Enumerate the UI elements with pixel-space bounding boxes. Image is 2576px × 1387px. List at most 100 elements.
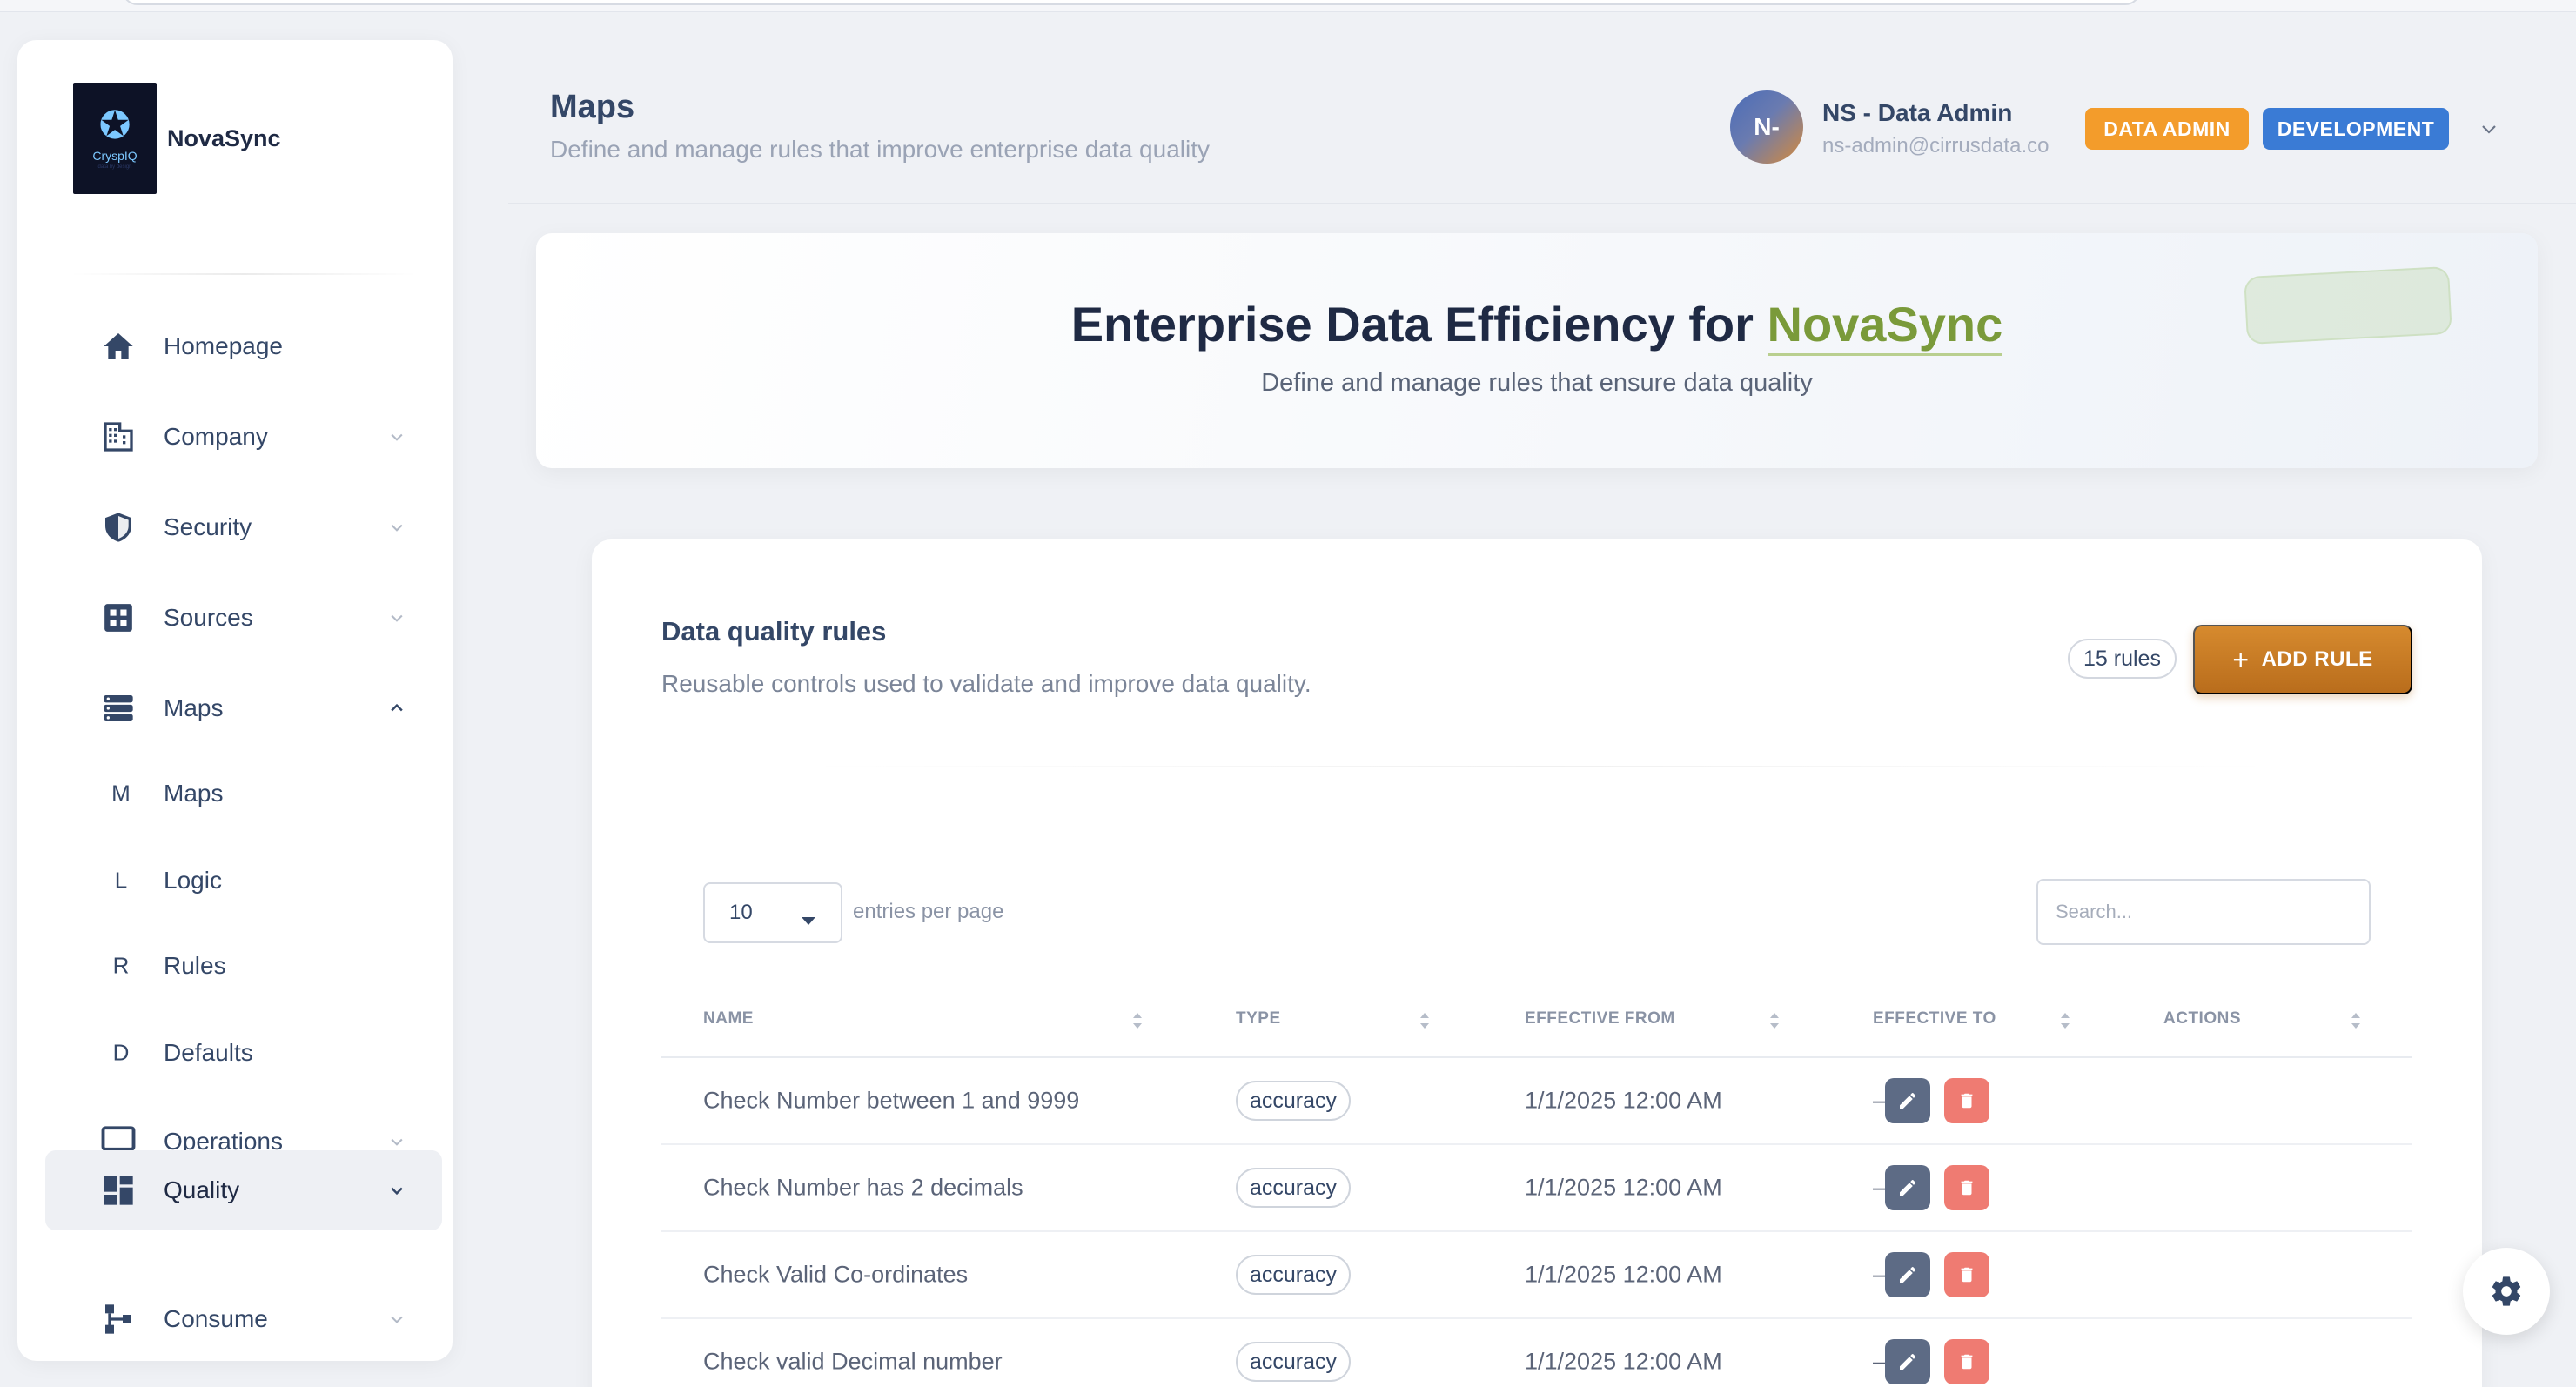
chevron-down-icon xyxy=(386,1309,407,1330)
rule-name: Check Valid Co-ordinates xyxy=(703,1261,969,1288)
sidebar-subitem-defaults[interactable]: D Defaults xyxy=(45,1013,442,1093)
sidebar-item-security[interactable]: Security xyxy=(45,487,442,567)
sidebar-item-letter: L xyxy=(114,867,128,894)
sidebar-item-label: Homepage xyxy=(164,332,283,359)
sort-icon[interactable] xyxy=(2350,1011,2362,1030)
chevron-down-icon xyxy=(386,1180,407,1201)
sidebar-item-consume[interactable]: Consume xyxy=(45,1279,442,1359)
hero-title-prefix: Enterprise Data Efficiency for xyxy=(1070,297,1768,352)
card-description: Reusable controls used to validate and i… xyxy=(661,670,1311,697)
sidebar-item-company[interactable]: Company xyxy=(45,397,442,477)
trash-icon xyxy=(1961,1180,1973,1196)
plus-icon: + xyxy=(2232,644,2250,675)
pencil-icon xyxy=(1900,1267,1915,1283)
chevron-down-icon[interactable] xyxy=(2477,117,2501,141)
settings-button[interactable] xyxy=(2463,1248,2550,1335)
effective-from: 1/1/2025 12:00 AM xyxy=(1525,1348,1722,1375)
delete-button[interactable] xyxy=(1944,1165,1989,1210)
sidebar-item-label: Maps xyxy=(164,694,224,721)
hero-subtitle: Define and manage rules that ensure data… xyxy=(1261,369,1813,397)
sidebar-item-maps[interactable]: Maps xyxy=(45,668,442,748)
edit-button[interactable] xyxy=(1885,1339,1930,1384)
sidebar-item-label: Consume xyxy=(164,1305,268,1332)
column-header-effective-to[interactable]: EFFECTIVE TO xyxy=(1873,1009,1996,1029)
entries-per-page-select[interactable]: 10 xyxy=(703,882,842,943)
rule-type-badge: accuracy xyxy=(1236,1168,1352,1208)
sort-icon[interactable] xyxy=(1419,1011,1431,1030)
table-row[interactable]: Check Number between 1 and 9999 accuracy… xyxy=(661,1058,2412,1145)
sidebar-subitem-rules[interactable]: R Rules xyxy=(45,926,442,1006)
sidebar-item-letter: M xyxy=(111,780,131,807)
brand-name: NovaSync xyxy=(167,124,281,151)
sidebar-item-letter: R xyxy=(112,952,130,979)
gear-icon xyxy=(2492,1276,2521,1306)
chevron-up-icon xyxy=(386,698,407,719)
delete-button[interactable] xyxy=(1944,1252,1989,1297)
column-header-actions[interactable]: ACTIONS xyxy=(2163,1009,2241,1029)
hero-title: Enterprise Data Efficiency for NovaSync xyxy=(536,296,2538,356)
table-row[interactable]: Check Number has 2 decimals accuracy 1/1… xyxy=(661,1145,2412,1232)
sidebar: ✪ CryspIQ data by design NovaSync Homepa… xyxy=(17,40,453,1361)
entries-value: 10 xyxy=(729,901,753,924)
page-subtitle: Define and manage rules that improve ent… xyxy=(550,136,1210,163)
pencil-icon xyxy=(1900,1093,1915,1109)
building-icon xyxy=(99,418,138,456)
stack-icon xyxy=(99,689,138,727)
rules-count-badge: 15 rules xyxy=(2068,639,2177,679)
column-header-effective-from[interactable]: EFFECTIVE FROM xyxy=(1525,1009,1675,1029)
role-badge: DATA ADMIN xyxy=(2085,108,2249,150)
chevron-down-icon xyxy=(386,1131,407,1152)
page-title: Maps xyxy=(550,89,635,125)
sidebar-item-quality[interactable]: Quality xyxy=(45,1150,442,1230)
table-search-input[interactable] xyxy=(2036,879,2371,945)
sidebar-subitem-logic[interactable]: L Logic xyxy=(45,841,442,921)
dashboard-icon xyxy=(99,1171,138,1209)
rule-type-badge: accuracy xyxy=(1236,1255,1352,1295)
brand-logo: ✪ CryspIQ data by design xyxy=(73,83,157,194)
column-header-name[interactable]: NAME xyxy=(703,1009,754,1029)
add-rule-label: ADD RULE xyxy=(2261,647,2373,671)
effective-from: 1/1/2025 12:00 AM xyxy=(1525,1261,1722,1288)
sidebar-item-label: Company xyxy=(164,423,268,450)
top-bar xyxy=(0,0,2576,12)
trash-icon xyxy=(1961,1354,1973,1370)
table-row[interactable]: Check Valid Co-ordinates accuracy 1/1/20… xyxy=(661,1232,2412,1319)
chevron-down-icon xyxy=(386,426,407,447)
sidebar-item-sources[interactable]: Sources xyxy=(45,578,442,658)
pencil-icon xyxy=(1900,1354,1915,1370)
edit-button[interactable] xyxy=(1885,1252,1930,1297)
hero-title-brand: NovaSync xyxy=(1767,297,2003,356)
column-header-type[interactable]: TYPE xyxy=(1236,1009,1281,1029)
table-row[interactable]: Check valid Decimal number accuracy 1/1/… xyxy=(661,1319,2412,1387)
edit-button[interactable] xyxy=(1885,1165,1930,1210)
sort-icon[interactable] xyxy=(1768,1011,1781,1030)
logo-text: CryspIQ xyxy=(92,149,138,163)
home-icon xyxy=(99,327,138,365)
avatar[interactable]: N- xyxy=(1730,90,1803,164)
logo-tagline: data by design xyxy=(97,164,132,170)
sidebar-subitem-maps[interactable]: M Maps xyxy=(45,754,442,834)
effective-from: 1/1/2025 12:00 AM xyxy=(1525,1174,1722,1201)
hero-banner: Enterprise Data Efficiency for NovaSync … xyxy=(536,233,2538,468)
sidebar-item-label: Quality xyxy=(164,1176,240,1203)
shield-icon xyxy=(99,508,138,546)
sidebar-item-homepage[interactable]: Homepage xyxy=(45,306,442,386)
pencil-icon xyxy=(1900,1180,1915,1196)
effective-from: 1/1/2025 12:00 AM xyxy=(1525,1087,1722,1114)
user-name: NS - Data Admin xyxy=(1822,99,2013,126)
edit-button[interactable] xyxy=(1885,1078,1930,1123)
add-rule-button[interactable]: + ADD RULE xyxy=(2193,625,2412,694)
rule-name: Check valid Decimal number xyxy=(703,1348,1003,1375)
delete-button[interactable] xyxy=(1944,1078,1989,1123)
rule-name: Check Number between 1 and 9999 xyxy=(703,1087,1080,1114)
brand[interactable]: ✪ CryspIQ data by design NovaSync xyxy=(73,82,281,195)
sort-icon[interactable] xyxy=(2059,1011,2071,1030)
global-search-bar[interactable] xyxy=(122,0,2141,5)
entries-label: entries per page xyxy=(853,900,1004,923)
rules-card: Data quality rules Reusable controls use… xyxy=(592,539,2482,1387)
sort-icon[interactable] xyxy=(1131,1011,1144,1030)
trash-icon xyxy=(1961,1093,1973,1109)
delete-button[interactable] xyxy=(1944,1339,1989,1384)
sidebar-item-label: Sources xyxy=(164,604,253,631)
card-title: Data quality rules xyxy=(661,616,887,647)
